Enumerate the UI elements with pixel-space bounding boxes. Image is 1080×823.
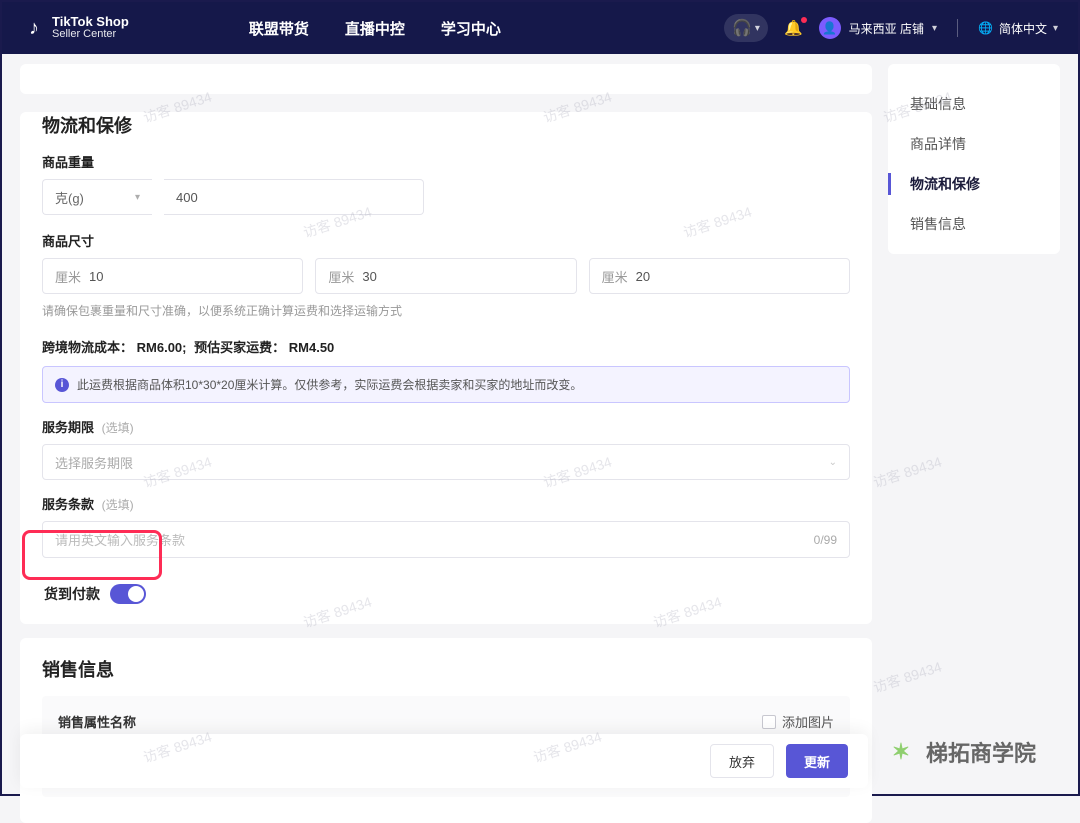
- chevron-down-icon: ▾: [932, 23, 937, 34]
- tab-live-control[interactable]: 直播中控: [345, 18, 405, 39]
- logo[interactable]: ♪ TikTok Shop Seller Center: [22, 15, 129, 40]
- anchor-product-detail[interactable]: 商品详情: [888, 124, 1060, 164]
- sales-title: 销售信息: [42, 656, 850, 682]
- header-tabs: 联盟带货 直播中控 学习中心: [249, 18, 501, 39]
- shipping-cost-line: 跨境物流成本： RM6.00; 预估买家运费： RM4.50: [42, 337, 850, 356]
- anchor-sales[interactable]: 销售信息: [888, 204, 1060, 244]
- attr-name-label: 销售属性名称: [58, 712, 136, 731]
- terms-input[interactable]: 请用英文输入服务条款 0/99: [42, 521, 850, 558]
- chevron-down-icon: ⌄: [829, 457, 837, 468]
- service-period-label: 服务期限 (选填): [42, 417, 850, 436]
- terms-counter: 0/99: [814, 533, 837, 547]
- language-label: 简体中文: [999, 20, 1047, 37]
- cod-label: 货到付款: [44, 584, 100, 604]
- chevron-down-icon: ▾: [1053, 23, 1058, 34]
- store-name: 马来西亚 店铺: [849, 20, 924, 37]
- wechat-icon: ✶: [886, 737, 916, 767]
- tab-learning[interactable]: 学习中心: [441, 18, 501, 39]
- top-bar: ♪ TikTok Shop Seller Center 联盟带货 直播中控 学习…: [2, 2, 1078, 54]
- dimensions-label: 商品尺寸: [42, 231, 850, 250]
- weight-input[interactable]: 400: [164, 179, 424, 215]
- dim-height-input[interactable]: 厘米 20: [589, 258, 850, 294]
- notification-dot: [801, 17, 807, 23]
- info-icon: i: [55, 378, 69, 392]
- store-switcher[interactable]: 👤 马来西亚 店铺 ▾: [819, 17, 937, 39]
- update-button[interactable]: 更新: [786, 744, 848, 778]
- terms-label: 服务条款 (选填): [42, 494, 850, 513]
- shipping-info-alert: i 此运费根据商品体积10*30*20厘米计算。仅供参考，实际运费会根据卖家和买…: [42, 366, 850, 403]
- weight-unit-select[interactable]: 克(g) ▾: [42, 179, 152, 215]
- add-image-checkbox[interactable]: 添加图片: [762, 712, 834, 731]
- bell-icon: 🔔: [784, 20, 803, 37]
- page-anchor-nav: 基础信息 商品详情 物流和保修 销售信息: [888, 64, 1060, 254]
- support-dropdown[interactable]: 🎧 ▾: [724, 14, 768, 42]
- anchor-logistics[interactable]: 物流和保修: [888, 164, 1060, 204]
- headset-icon: 🎧: [732, 18, 752, 38]
- logistics-card: 物流和保修 商品重量 克(g) ▾ 400 商品尺寸 厘米 10 厘米: [20, 112, 872, 624]
- weight-label: 商品重量: [42, 152, 850, 171]
- footer-action-bar: 放弃 更新: [20, 734, 868, 788]
- logistics-title: 物流和保修: [42, 112, 850, 138]
- previous-section-card: [20, 64, 872, 94]
- language-switcher[interactable]: 🌐 简体中文 ▾: [978, 20, 1058, 37]
- store-avatar-icon: 👤: [819, 17, 841, 39]
- divider: [957, 19, 958, 37]
- sales-card: 销售信息 销售属性名称 添加图片 Warna ⌄: [20, 638, 872, 823]
- dim-length-input[interactable]: 厘米 10: [42, 258, 303, 294]
- globe-icon: 🌐: [978, 21, 993, 35]
- notifications-button[interactable]: 🔔: [784, 19, 803, 37]
- chevron-down-icon: ▾: [135, 192, 140, 203]
- anchor-basic-info[interactable]: 基础信息: [888, 84, 1060, 124]
- tab-affiliate[interactable]: 联盟带货: [249, 18, 309, 39]
- source-brand-overlay: ✶ 梯拓商学院: [874, 730, 1048, 774]
- discard-button[interactable]: 放弃: [710, 744, 774, 778]
- dim-width-input[interactable]: 厘米 30: [315, 258, 576, 294]
- tiktok-icon: ♪: [22, 16, 46, 40]
- chevron-down-icon: ▾: [755, 23, 760, 34]
- cod-toggle[interactable]: [110, 584, 146, 604]
- checkbox-icon: [762, 715, 776, 729]
- logo-text: TikTok Shop Seller Center: [52, 15, 129, 40]
- service-period-select[interactable]: 选择服务期限 ⌄: [42, 444, 850, 480]
- dimensions-helper: 请确保包裹重量和尺寸准确，以便系统正确计算运费和选择运输方式: [42, 302, 850, 319]
